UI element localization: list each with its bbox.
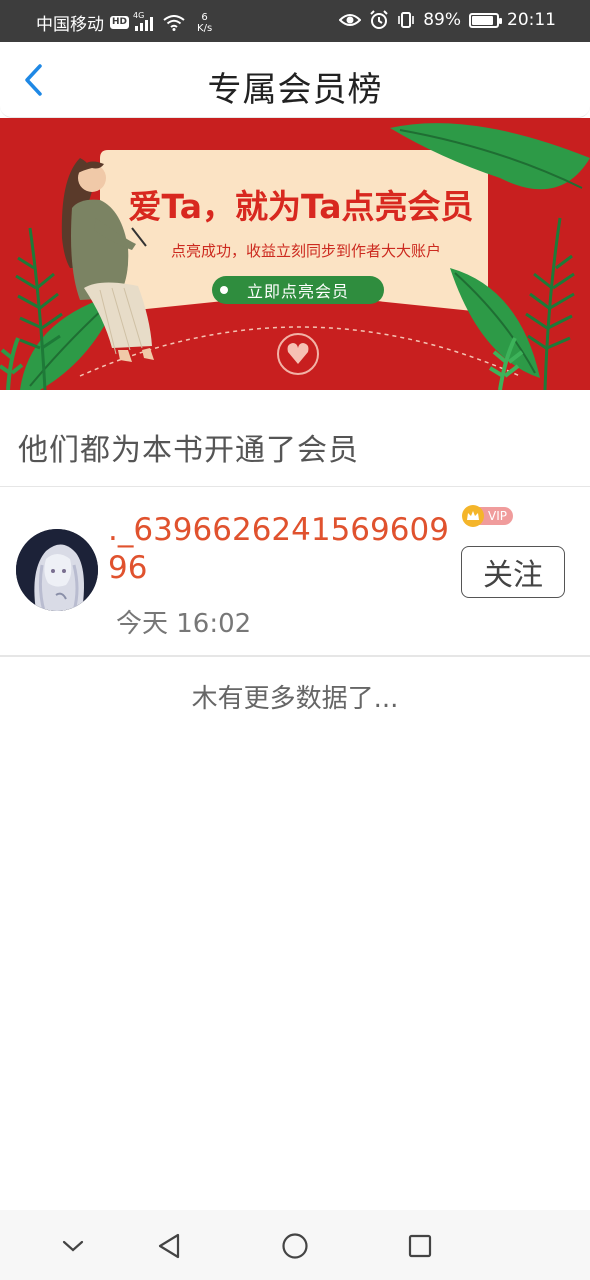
no-more-data-text: 木有更多数据了...	[191, 684, 399, 714]
chevron-down-icon	[62, 1240, 84, 1252]
activate-membership-button[interactable]: 立即点亮会员	[212, 276, 384, 304]
divider	[0, 655, 590, 657]
member-list-item[interactable]: ._639662624156960996 VIP 今天 16:02 关注	[0, 487, 590, 655]
network-speed: 6 K/s	[197, 11, 213, 34]
triangle-back-icon	[158, 1233, 180, 1259]
square-recents-icon	[408, 1234, 432, 1258]
eye-icon	[339, 14, 362, 26]
nav-collapse-button[interactable]	[55, 1228, 91, 1264]
section-title: 他们都为本书开通了会员	[18, 433, 359, 468]
wifi-icon	[163, 14, 185, 31]
battery-percent: 89%	[423, 10, 461, 30]
network-type-label: 4G	[133, 10, 145, 20]
banner-headline: 爱Ta，就为Ta点亮会员	[128, 187, 474, 226]
promo-banner[interactable]: 爱Ta，就为Ta点亮会员 点亮成功，收益立刻同步到作者大大账户 立即点亮会员	[0, 118, 590, 390]
page-title: 专属会员榜	[207, 70, 383, 110]
carrier-label: 中国移动	[36, 15, 104, 35]
member-name[interactable]: ._639662624156960996	[108, 511, 456, 587]
vip-badge: VIP	[462, 505, 513, 527]
clock: 20:11	[507, 10, 556, 30]
system-nav-bar	[0, 1210, 590, 1280]
nav-home-button[interactable]	[277, 1228, 313, 1264]
hd-icon: HD	[110, 16, 130, 29]
crown-icon	[462, 505, 484, 527]
nav-back-button[interactable]	[151, 1228, 187, 1264]
avatar-image	[16, 529, 98, 611]
circle-home-icon	[282, 1233, 308, 1259]
member-time: 今天 16:02	[116, 609, 252, 639]
status-bar: 中国移动 HD 4G 6 K/s 89% 20:11	[0, 0, 590, 42]
alarm-icon	[370, 10, 388, 29]
vibrate-icon	[398, 12, 415, 28]
app-header: 专属会员榜	[0, 42, 590, 118]
avatar[interactable]	[16, 529, 98, 611]
banner-subline: 点亮成功，收益立刻同步到作者大大账户	[170, 242, 441, 260]
nav-recents-button[interactable]	[402, 1228, 438, 1264]
follow-button[interactable]: 关注	[461, 546, 565, 598]
signal-icon: 4G	[133, 11, 154, 31]
battery-icon	[469, 12, 502, 28]
